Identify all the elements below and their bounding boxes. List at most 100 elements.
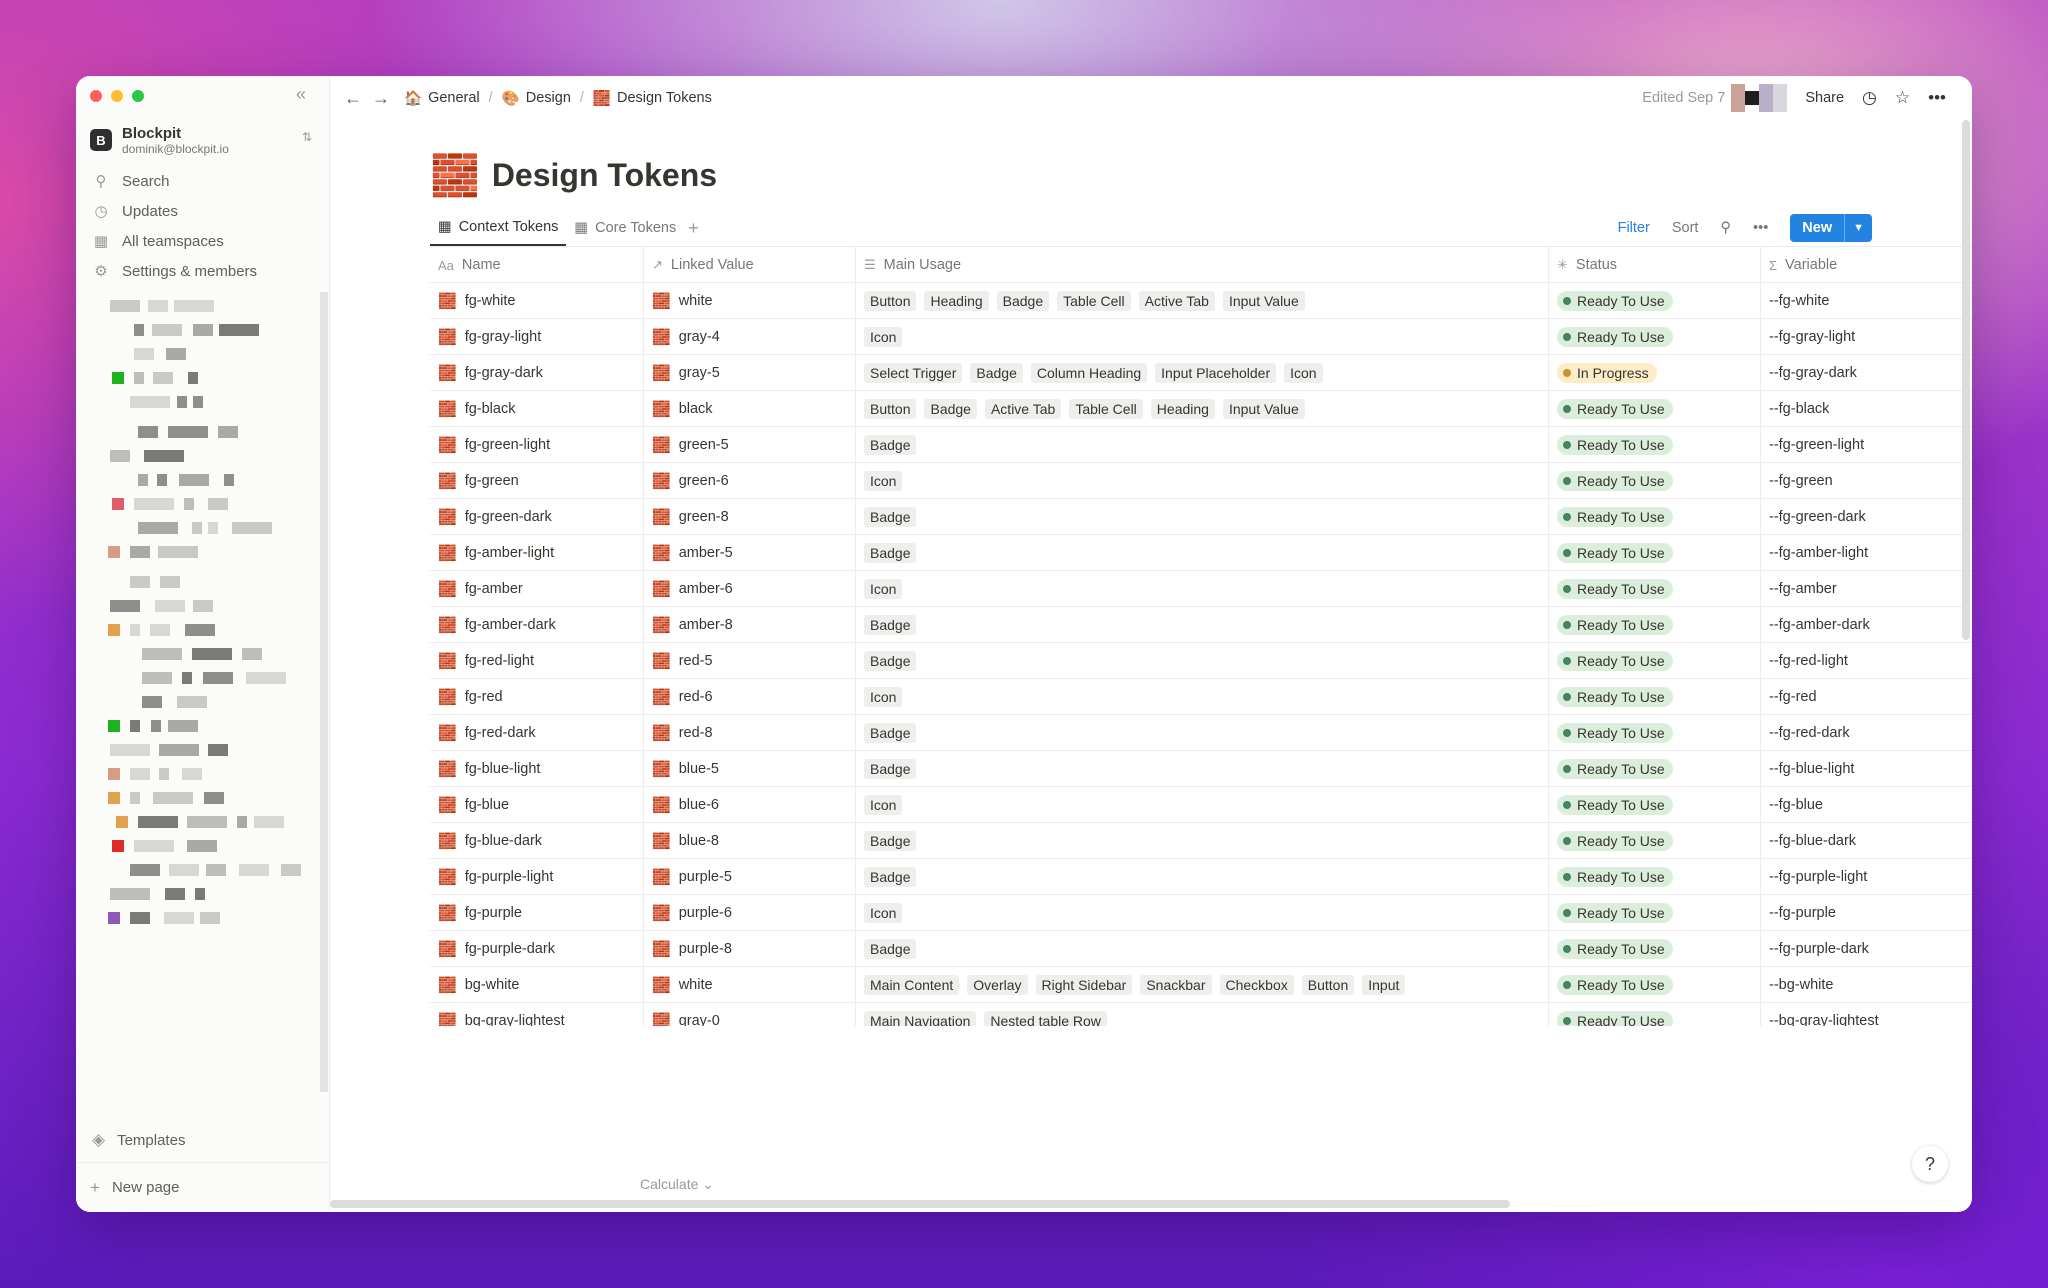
cell-main-usage[interactable]: Badge: [856, 751, 1549, 787]
linked-value[interactable]: white: [679, 293, 713, 309]
cell-name[interactable]: 🧱 fg-red-dark: [430, 715, 644, 751]
cell-status[interactable]: Ready To Use: [1549, 715, 1761, 751]
cell-status[interactable]: Ready To Use: [1549, 679, 1761, 715]
more-options-icon[interactable]: •••: [1928, 88, 1946, 108]
cell-name[interactable]: 🧱 fg-red: [430, 679, 644, 715]
cell-name[interactable]: 🧱 bg-white: [430, 967, 644, 1003]
cell-variable[interactable]: --fg-amber-light: [1761, 535, 1972, 571]
cell-status[interactable]: Ready To Use: [1549, 967, 1761, 1003]
cell-status[interactable]: Ready To Use: [1549, 535, 1761, 571]
close-window-button[interactable]: [90, 90, 102, 102]
tab-context-tokens[interactable]: ▦ Context Tokens: [430, 210, 567, 246]
cell-main-usage[interactable]: Badge: [856, 643, 1549, 679]
minimize-window-button[interactable]: [111, 90, 123, 102]
column-header-main-usage[interactable]: ☰ Main Usage: [856, 247, 1549, 283]
linked-value[interactable]: purple-5: [679, 869, 732, 885]
sidebar-item-templates[interactable]: ◈ Templates: [92, 1130, 185, 1150]
cell-variable[interactable]: --fg-green: [1761, 463, 1972, 499]
table-row[interactable]: 🧱 fg-purple-light 🧱 purple-5 Badge Ready To U…: [430, 859, 1972, 895]
cell-variable[interactable]: --fg-purple-dark: [1761, 931, 1972, 967]
table-row[interactable]: 🧱 fg-red-light 🧱 red-5 Badge Ready To Use --fg…: [430, 643, 1972, 679]
new-button[interactable]: New ▼: [1790, 214, 1872, 242]
cell-variable[interactable]: --fg-purple: [1761, 895, 1972, 931]
linked-value[interactable]: red-5: [679, 653, 713, 669]
search-icon[interactable]: ⚲: [1720, 220, 1731, 236]
calculate-button[interactable]: Calculate ⌄: [640, 1176, 714, 1193]
history-icon[interactable]: ◷: [1862, 88, 1877, 108]
cell-main-usage[interactable]: Icon: [856, 571, 1549, 607]
table-row[interactable]: 🧱 fg-amber 🧱 amber-6 Icon Ready To Use --fg-am…: [430, 571, 1972, 607]
cell-name[interactable]: 🧱 fg-purple-light: [430, 859, 644, 895]
table-row[interactable]: 🧱 fg-red 🧱 red-6 Icon Ready To Use --fg-red: [430, 679, 1972, 715]
sidebar-item-teamspaces[interactable]: ▦ All teamspaces: [86, 226, 320, 256]
cell-main-usage[interactable]: Badge: [856, 607, 1549, 643]
column-header-name[interactable]: Aa Name: [430, 247, 644, 283]
cell-linked-value[interactable]: 🧱 red-5: [644, 643, 856, 679]
cell-linked-value[interactable]: 🧱 amber-8: [644, 607, 856, 643]
table-row[interactable]: 🧱 bg-white 🧱 white Main Content Overlay Right …: [430, 967, 1972, 1003]
cell-variable[interactable]: --fg-green-light: [1761, 427, 1972, 463]
breadcrumb-item-general[interactable]: 🏠 General: [404, 90, 480, 107]
cell-main-usage[interactable]: Button Badge Active Tab Table Cell Heading In…: [856, 391, 1549, 427]
collapse-sidebar-icon[interactable]: «: [296, 84, 306, 105]
linked-value[interactable]: red-6: [679, 689, 713, 705]
cell-variable[interactable]: --fg-red-dark: [1761, 715, 1972, 751]
cell-name[interactable]: 🧱 bg-gray-lightest: [430, 1003, 644, 1026]
cell-linked-value[interactable]: 🧱 blue-5: [644, 751, 856, 787]
cell-linked-value[interactable]: 🧱 gray-0: [644, 1003, 856, 1026]
cell-variable[interactable]: --fg-white: [1761, 283, 1972, 319]
sidebar-scrollbar[interactable]: [320, 292, 328, 1092]
cell-main-usage[interactable]: Main Content Overlay Right Sidebar Snackbar…: [856, 967, 1549, 1003]
cell-status[interactable]: Ready To Use: [1549, 895, 1761, 931]
cell-linked-value[interactable]: 🧱 amber-6: [644, 571, 856, 607]
cell-variable[interactable]: --fg-green-dark: [1761, 499, 1972, 535]
cell-name[interactable]: 🧱 fg-purple-dark: [430, 931, 644, 967]
table-row[interactable]: 🧱 fg-green-dark 🧱 green-8 Badge Ready To Use -…: [430, 499, 1972, 535]
cell-main-usage[interactable]: Badge: [856, 859, 1549, 895]
cell-variable[interactable]: --fg-blue-light: [1761, 751, 1972, 787]
tab-core-tokens[interactable]: ▦ Core Tokens: [566, 210, 684, 246]
cell-name[interactable]: 🧱 fg-green-light: [430, 427, 644, 463]
cell-linked-value[interactable]: 🧱 purple-8: [644, 931, 856, 967]
sidebar-item-updates[interactable]: ◷ Updates: [86, 196, 320, 226]
cell-linked-value[interactable]: 🧱 gray-5: [644, 355, 856, 391]
collaborator-avatars[interactable]: [1731, 84, 1788, 112]
cell-main-usage[interactable]: Icon: [856, 463, 1549, 499]
linked-value[interactable]: purple-6: [679, 905, 732, 921]
cell-main-usage[interactable]: Main Navigation Nested table Row: [856, 1003, 1549, 1026]
cell-name[interactable]: 🧱 fg-red-light: [430, 643, 644, 679]
cell-linked-value[interactable]: 🧱 white: [644, 283, 856, 319]
linked-value[interactable]: gray-4: [679, 329, 720, 345]
linked-value[interactable]: blue-5: [679, 761, 719, 777]
new-page-button[interactable]: + New page: [76, 1162, 330, 1212]
linked-value[interactable]: white: [679, 977, 713, 993]
cell-linked-value[interactable]: 🧱 black: [644, 391, 856, 427]
cell-main-usage[interactable]: Icon: [856, 679, 1549, 715]
table-row[interactable]: 🧱 fg-black 🧱 black Button Badge Active Tab Tabl…: [430, 391, 1972, 427]
page-brick-icon[interactable]: 🧱: [430, 152, 480, 199]
breadcrumb-item-design[interactable]: 🎨 Design: [502, 90, 571, 107]
cell-name[interactable]: 🧱 fg-purple: [430, 895, 644, 931]
more-options-icon[interactable]: •••: [1753, 220, 1768, 236]
horizontal-scrollbar[interactable]: [330, 1200, 1972, 1208]
table-row[interactable]: 🧱 fg-gray-light 🧱 gray-4 Icon Ready To Use --f…: [430, 319, 1972, 355]
column-header-status[interactable]: ✳ Status: [1549, 247, 1761, 283]
table-row[interactable]: 🧱 fg-green 🧱 green-6 Icon Ready To Use --fg-gr…: [430, 463, 1972, 499]
page-title-text[interactable]: Design Tokens: [492, 157, 717, 194]
linked-value[interactable]: amber-6: [679, 581, 733, 597]
cell-main-usage[interactable]: Select Trigger Badge Column Heading Input P…: [856, 355, 1549, 391]
cell-main-usage[interactable]: Badge: [856, 535, 1549, 571]
cell-name[interactable]: 🧱 fg-blue-light: [430, 751, 644, 787]
cell-status[interactable]: In Progress: [1549, 355, 1761, 391]
cell-status[interactable]: Ready To Use: [1549, 931, 1761, 967]
table-row[interactable]: 🧱 fg-red-dark 🧱 red-8 Badge Ready To Use --fg-…: [430, 715, 1972, 751]
cell-main-usage[interactable]: Icon: [856, 787, 1549, 823]
cell-status[interactable]: Ready To Use: [1549, 571, 1761, 607]
cell-status[interactable]: Ready To Use: [1549, 643, 1761, 679]
cell-main-usage[interactable]: Icon: [856, 895, 1549, 931]
cell-main-usage[interactable]: Icon: [856, 319, 1549, 355]
cell-variable[interactable]: --fg-red: [1761, 679, 1972, 715]
sidebar-item-settings[interactable]: ⚙ Settings & members: [86, 256, 320, 286]
cell-linked-value[interactable]: 🧱 blue-8: [644, 823, 856, 859]
cell-name[interactable]: 🧱 fg-black: [430, 391, 644, 427]
